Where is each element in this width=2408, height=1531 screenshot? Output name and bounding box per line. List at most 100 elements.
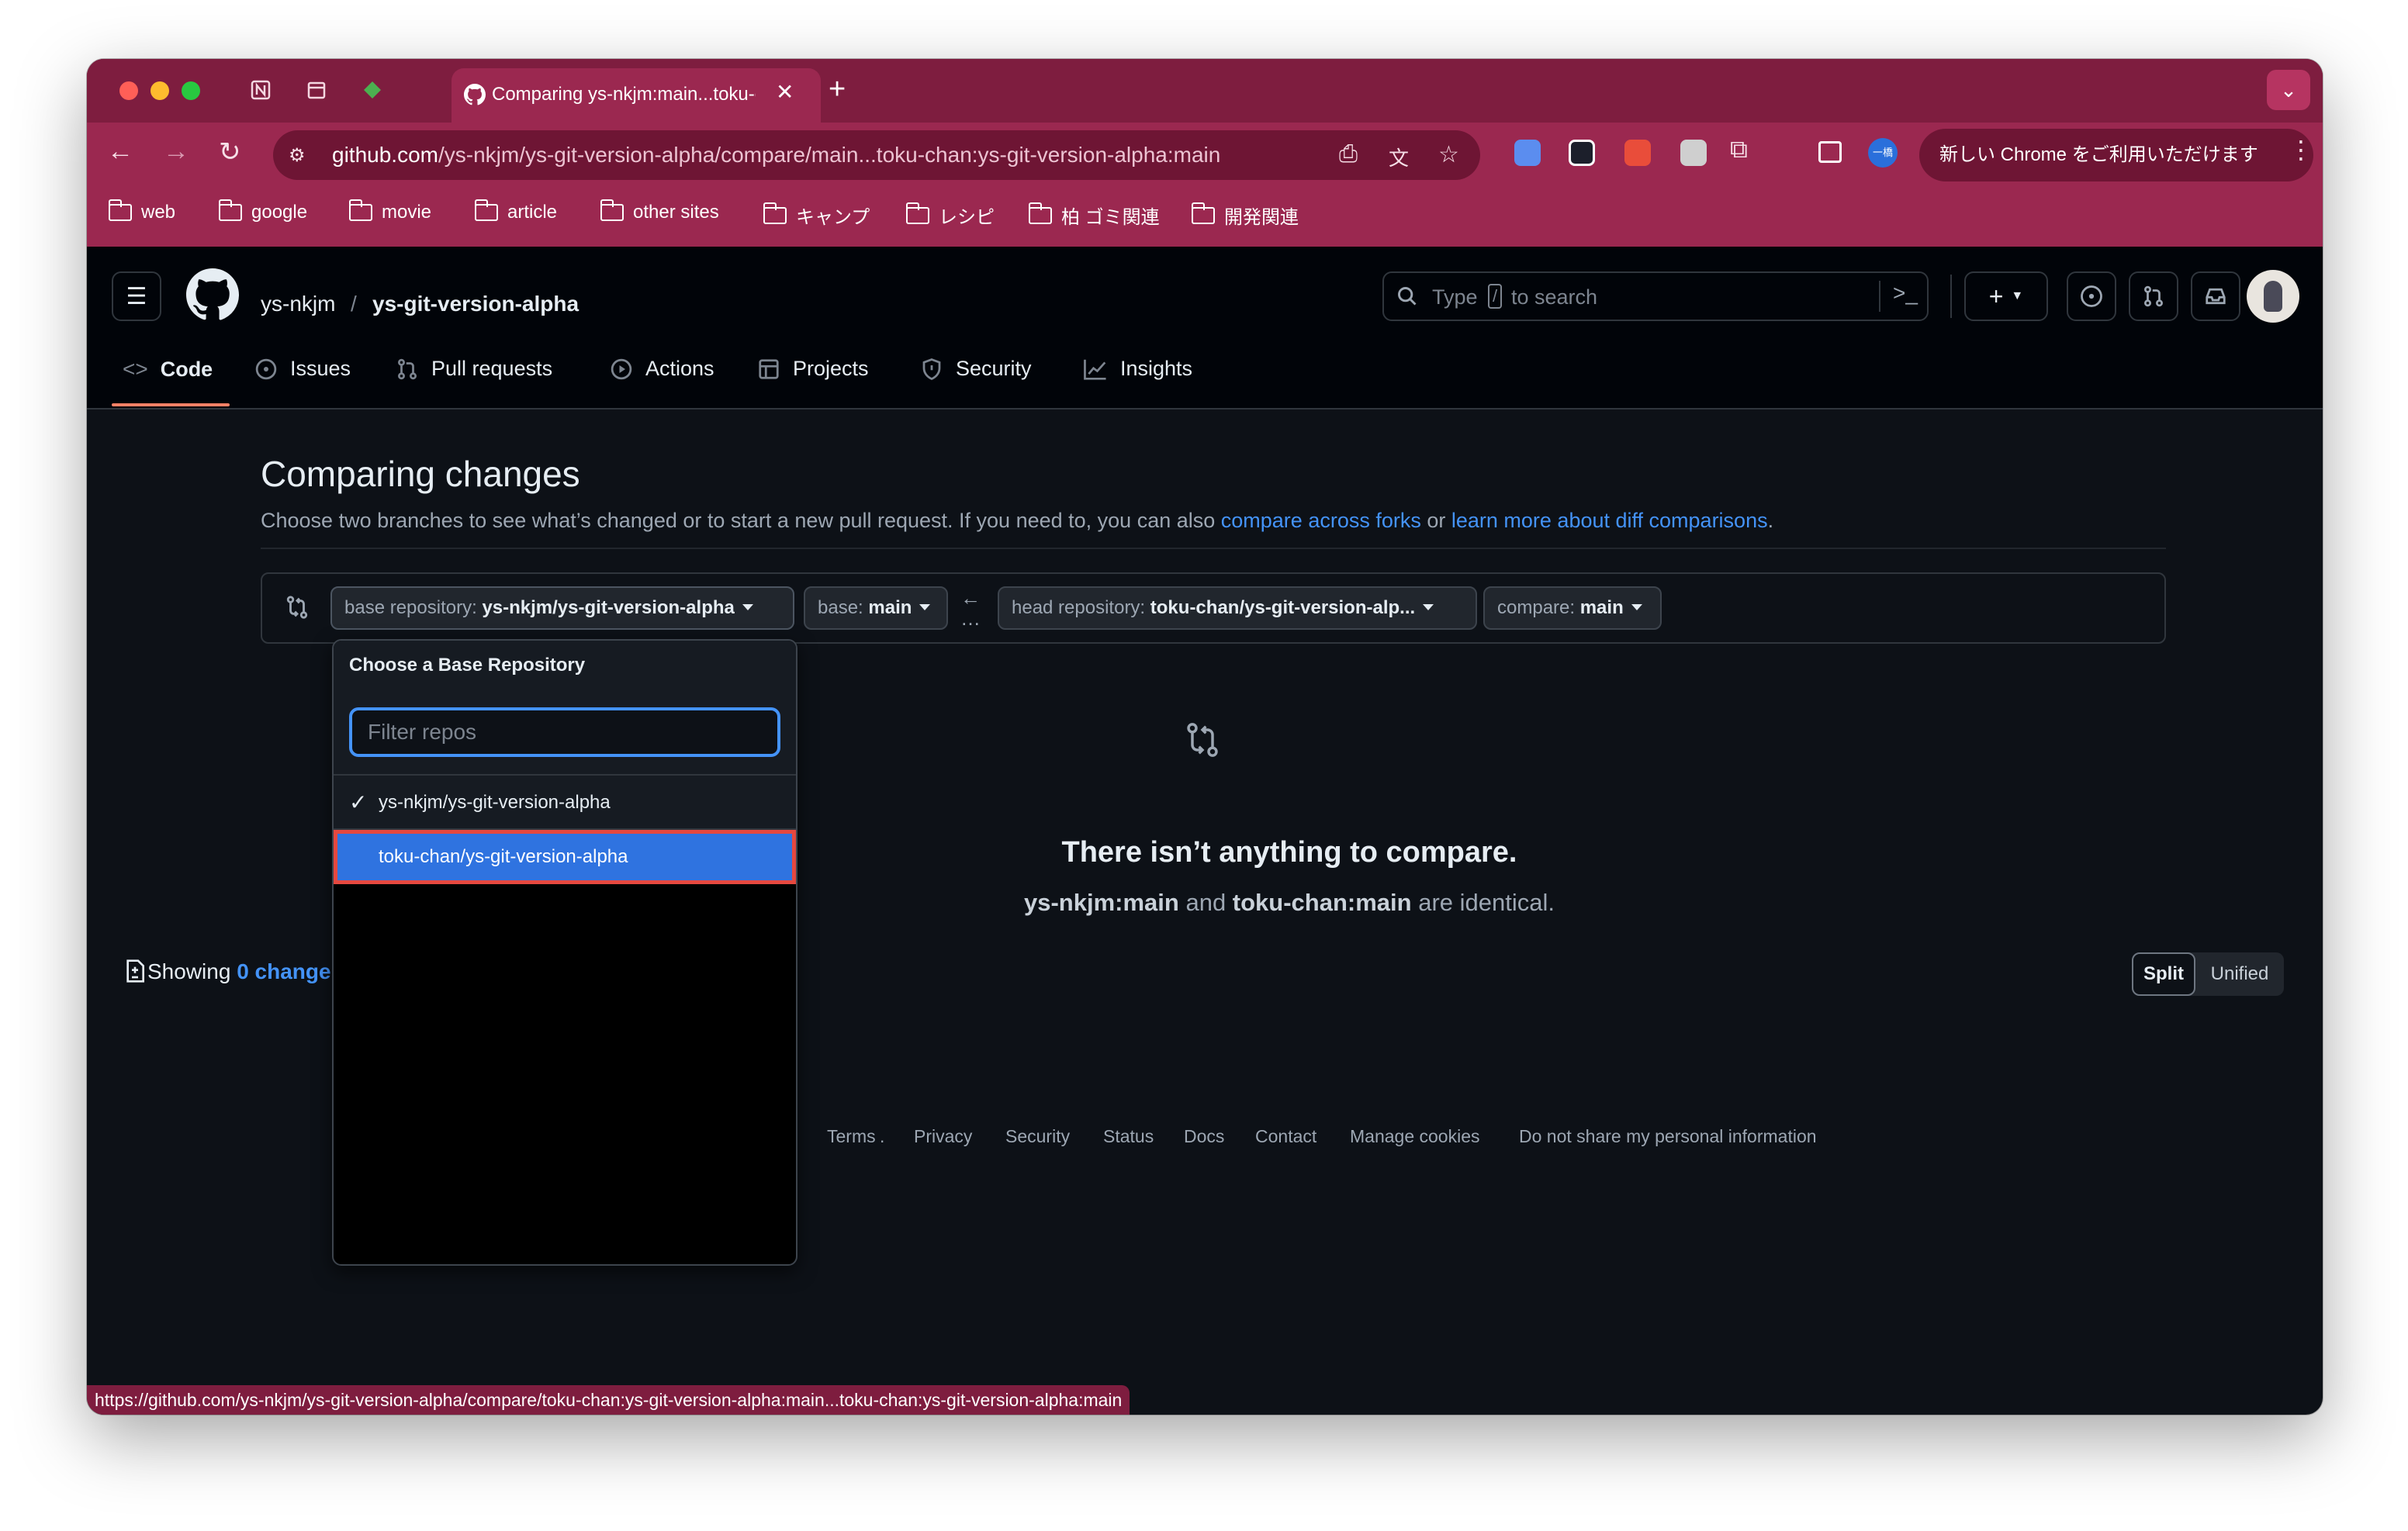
forward-icon[interactable]: → [163,137,189,167]
head-repository-select[interactable]: head repository: toku-chan/ys-git-versio… [998,586,1477,630]
bookmark-recipe[interactable]: レシピ [905,202,995,229]
repo-option-ys-nkjm[interactable]: ✓ ys-nkjm/ys-git-version-alpha [334,776,796,830]
tab-insights[interactable]: Insights [1083,357,1192,381]
repo-option-toku-chan[interactable]: toku-chan/ys-git-version-alpha [334,830,796,884]
footer-privacy[interactable]: Privacy [914,1126,972,1147]
inbox-icon[interactable] [2191,271,2240,321]
side-panel-icon[interactable] [1818,141,1842,163]
reload-icon[interactable]: ↻ [219,137,241,168]
caret-down-icon [919,604,931,610]
footer-terms[interactable]: Terms [827,1126,876,1147]
bookmark-dev[interactable]: 開発関連 [1191,202,1299,229]
header-divider [1950,275,1952,318]
minimize-window-icon[interactable] [150,81,169,100]
github-logo-icon[interactable] [186,268,239,321]
hamburger-menu-icon[interactable]: ☰ [112,271,161,321]
base-branch-select[interactable]: base: main [804,586,948,630]
footer-status[interactable]: Status [1103,1126,1154,1147]
base-repository-select[interactable]: base repository: ys-nkjm/ys-git-version-… [330,586,794,630]
compare-branch-select[interactable]: compare: main [1483,586,1662,630]
chrome-update-button[interactable]: 新しい Chrome をご利用いただけます [1919,129,2313,181]
translate-icon[interactable]: 文 [1389,143,1409,171]
ref-base: ys-nkjm:main [1024,889,1179,916]
caret-down-icon [1631,604,1642,610]
compare-branch-label: compare: [1497,597,1576,618]
issues-icon[interactable] [2067,271,2116,321]
tab-pull-requests[interactable]: Pull requests [396,357,552,381]
chrome-menu-icon[interactable]: ⋮ [2289,135,2313,164]
base-branch-value: main [868,597,912,618]
bookmark-article[interactable]: article [474,199,557,223]
extensions-puzzle-icon[interactable]: ⧉ [1730,135,1748,164]
link-preview-status: https://github.com/ys-nkjm/ys-git-versio… [87,1385,1130,1415]
active-tab[interactable]: Comparing ys-nkjm:main...toku-chan:ys-gi… [452,68,821,123]
split-button[interactable]: Split [2132,952,2195,996]
triangle-down-icon: ▼ [2011,289,2024,302]
changed-files-link[interactable]: 0 change [237,959,330,983]
base-branch-label: base: [818,597,863,618]
browser-chrome: Comparing ys-nkjm:main...toku-chan:ys-gi… [87,59,2323,247]
search-placeholder-before: Type [1432,285,1478,309]
bookmark-other-sites[interactable]: other sites [600,199,719,223]
search-input[interactable]: Type / to search >_ [1382,271,1929,321]
diamond-tab-icon[interactable] [354,74,391,105]
profile-avatar-icon[interactable]: 一橋 [1868,138,1898,168]
filter-repos-input[interactable] [349,707,780,757]
table-icon [759,358,779,379]
repo-name-link[interactable]: ys-git-version-alpha [372,292,579,316]
notion-tab-icon[interactable] [242,74,279,105]
repo-owner-link[interactable]: ys-nkjm [261,292,335,316]
blankslate-heading: There isn’t anything to compare. [1061,836,1517,869]
bookmark-label: google [251,202,308,223]
compare-across-forks-link[interactable]: compare across forks [1221,509,1421,532]
extension-dots-icon[interactable] [1624,140,1651,166]
calendar-tab-icon[interactable] [298,74,335,105]
footer-dot: . [880,1126,885,1146]
tab-issues[interactable]: Issues [254,357,351,381]
user-avatar[interactable] [2247,270,2299,323]
bookmark-movie[interactable]: movie [348,199,431,223]
tab-code[interactable]: <> Code [123,357,213,382]
site-settings-icon[interactable]: ⚙ [289,144,306,167]
head-repository-value: toku-chan/ys-git-version-alp... [1150,597,1416,618]
footer-manage-cookies[interactable]: Manage cookies [1350,1126,1480,1147]
bookmark-star-icon[interactable]: ☆ [1438,141,1459,168]
maximize-window-icon[interactable] [182,81,200,100]
tab-search-chevron-icon[interactable]: ⌄ [2267,70,2310,110]
base-repository-label: base repository: [344,597,477,618]
repo-option-label: ys-nkjm/ys-git-version-alpha [379,792,611,813]
footer-security[interactable]: Security [1005,1126,1070,1147]
repo-option-label: toku-chan/ys-git-version-alpha [379,846,628,867]
folder-icon [1028,202,1052,224]
extension-shield-icon[interactable] [1569,140,1595,166]
install-app-icon[interactable]: ⎙ [1339,141,1358,168]
footer-docs[interactable]: Docs [1184,1126,1224,1147]
folder-icon [600,199,624,221]
bookmark-garbage[interactable]: 柏 ゴミ関連 [1028,202,1160,229]
tab-security[interactable]: Security [920,357,1032,381]
tab-actions[interactable]: Actions [610,357,714,381]
bookmark-camp[interactable]: キャンプ [763,202,870,229]
bookmark-web[interactable]: web [108,199,175,223]
caret-down-icon [1423,604,1434,610]
subtitle-or: or [1420,509,1451,532]
back-icon[interactable]: ← [107,137,133,167]
tab-projects[interactable]: Projects [757,357,869,381]
extension-docs-icon[interactable] [1514,140,1541,166]
command-palette-icon[interactable]: >_ [1893,281,1918,306]
unified-button[interactable]: Unified [2195,952,2284,996]
dropdown-header: Choose a Base Repository [334,641,796,693]
pull-requests-icon[interactable] [2129,271,2178,321]
extension-reader-icon[interactable] [1680,140,1707,166]
close-window-icon[interactable] [119,81,138,100]
address-bar[interactable]: ⚙ github.com/ys-nkjm/ys-git-version-alph… [273,130,1480,180]
tab-label: Projects [793,357,869,380]
footer-do-not-share[interactable]: Do not share my personal information [1519,1126,1817,1147]
github-favicon-icon [464,84,486,105]
bookmark-google[interactable]: google [218,199,308,223]
tab-close-icon[interactable]: ✕ [776,79,794,105]
footer-contact[interactable]: Contact [1255,1126,1316,1147]
learn-more-link[interactable]: learn more about diff comparisons [1451,509,1768,532]
new-tab-icon[interactable]: + [829,73,846,106]
create-new-button[interactable]: + ▼ [1964,271,2048,321]
